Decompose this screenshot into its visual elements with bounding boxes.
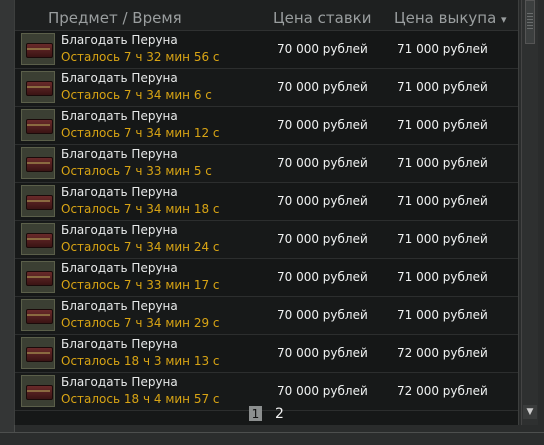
item-thumbnail[interactable] <box>21 375 55 407</box>
column-item-time[interactable]: Предмет / Время <box>48 9 182 27</box>
item-thumbnail[interactable] <box>21 33 55 65</box>
page-1-button[interactable]: 1 <box>249 406 262 421</box>
column-bid-price[interactable]: Цена ставки <box>273 9 371 27</box>
bid-price: 70 000 рублей <box>277 42 368 56</box>
bid-price: 70 000 рублей <box>277 384 368 398</box>
buyout-price: 71 000 рублей <box>397 194 488 208</box>
item-name: Благодать Перуна <box>61 223 178 237</box>
chest-icon <box>26 119 53 134</box>
bid-price: 70 000 рублей <box>277 270 368 284</box>
scroll-down-icon[interactable]: ▼ <box>523 405 537 419</box>
lot-row[interactable]: Благодать Перуна Осталось 7 ч 34 мин 6 с 7… <box>15 69 518 107</box>
column-buyout-label: Цена выкупа <box>394 9 497 27</box>
time-remaining: Осталось 7 ч 34 мин 12 с <box>61 126 220 140</box>
item-thumbnail[interactable] <box>21 185 55 217</box>
item-name: Благодать Перуна <box>61 109 178 123</box>
lot-list: Благодать Перуна Осталось 7 ч 32 мин 56 с… <box>15 31 518 411</box>
item-thumbnail[interactable] <box>21 71 55 103</box>
lot-row[interactable]: Благодать Перуна Осталось 7 ч 34 мин 24 с… <box>15 221 518 259</box>
time-remaining: Осталось 7 ч 33 мин 17 с <box>61 278 220 292</box>
item-name: Благодать Перуна <box>61 337 178 351</box>
buyout-price: 71 000 рублей <box>397 270 488 284</box>
bid-price: 70 000 рублей <box>277 346 368 360</box>
scrollbar[interactable]: ▼ <box>521 0 538 425</box>
chest-icon <box>26 385 53 400</box>
scrollbar-thumb[interactable] <box>525 0 535 44</box>
chest-icon <box>26 233 53 248</box>
lot-row[interactable]: Благодать Перуна Осталось 7 ч 34 мин 29 с… <box>15 297 518 335</box>
buyout-price: 71 000 рублей <box>397 156 488 170</box>
item-thumbnail[interactable] <box>21 299 55 331</box>
time-remaining: Осталось 18 ч 3 мин 13 с <box>61 354 220 368</box>
buyout-price: 71 000 рублей <box>397 42 488 56</box>
time-remaining: Осталось 7 ч 33 мин 5 с <box>61 164 212 178</box>
bid-price: 70 000 рублей <box>277 232 368 246</box>
buyout-price: 72 000 рублей <box>397 384 488 398</box>
time-remaining: Осталось 7 ч 34 мин 6 с <box>61 88 212 102</box>
item-name: Благодать Перуна <box>61 375 178 389</box>
chest-icon <box>26 271 53 286</box>
lot-row[interactable]: Благодать Перуна Осталось 7 ч 34 мин 18 с… <box>15 183 518 221</box>
item-name: Благодать Перуна <box>61 71 178 85</box>
lot-row[interactable]: Благодать Перуна Осталось 7 ч 33 мин 5 с 7… <box>15 145 518 183</box>
buyout-price: 71 000 рублей <box>397 308 488 322</box>
auction-window: Предмет / Время Цена ставки Цена выкупа … <box>0 0 544 445</box>
column-buyout-price[interactable]: Цена выкупа ▾ <box>394 9 507 29</box>
chest-icon <box>26 309 53 324</box>
auction-list-panel: Предмет / Время Цена ставки Цена выкупа … <box>14 0 519 425</box>
time-remaining: Осталось 7 ч 34 мин 18 с <box>61 202 220 216</box>
item-thumbnail[interactable] <box>21 109 55 141</box>
left-border <box>0 0 15 432</box>
lot-row[interactable]: Благодать Перуна Осталось 7 ч 33 мин 17 с… <box>15 259 518 297</box>
item-name: Благодать Перуна <box>61 33 178 47</box>
bid-price: 70 000 рублей <box>277 308 368 322</box>
buyout-price: 71 000 рублей <box>397 232 488 246</box>
item-thumbnail[interactable] <box>21 337 55 369</box>
sort-desc-icon: ▾ <box>501 13 507 26</box>
item-name: Благодать Перуна <box>61 261 178 275</box>
lot-row[interactable]: Благодать Перуна Осталось 18 ч 3 мин 13 с… <box>15 335 518 373</box>
item-thumbnail[interactable] <box>21 261 55 293</box>
chest-icon <box>26 43 53 58</box>
item-name: Благодать Перуна <box>61 185 178 199</box>
buyout-price: 72 000 рублей <box>397 346 488 360</box>
list-header: Предмет / Время Цена ставки Цена выкупа … <box>15 0 518 31</box>
chest-icon <box>26 157 53 172</box>
lot-row[interactable]: Благодать Перуна Осталось 7 ч 34 мин 12 с… <box>15 107 518 145</box>
bid-price: 70 000 рублей <box>277 80 368 94</box>
chest-icon <box>26 195 53 210</box>
buyout-price: 71 000 рублей <box>397 80 488 94</box>
bottom-border <box>0 432 544 445</box>
item-name: Благодать Перуна <box>61 147 178 161</box>
bid-price: 70 000 рублей <box>277 118 368 132</box>
page-2-button[interactable]: 2 <box>275 406 284 422</box>
buyout-price: 71 000 рублей <box>397 118 488 132</box>
chest-icon <box>26 347 53 362</box>
time-remaining: Осталось 7 ч 32 мин 56 с <box>61 50 220 64</box>
time-remaining: Осталось 7 ч 34 мин 24 с <box>61 240 220 254</box>
chest-icon <box>26 81 53 96</box>
bid-price: 70 000 рублей <box>277 156 368 170</box>
item-thumbnail[interactable] <box>21 223 55 255</box>
time-remaining: Осталось 7 ч 34 мин 29 с <box>61 316 220 330</box>
bid-price: 70 000 рублей <box>277 194 368 208</box>
item-thumbnail[interactable] <box>21 147 55 179</box>
pagination: 1 2 <box>15 404 518 424</box>
lot-row[interactable]: Благодать Перуна Осталось 7 ч 32 мин 56 с… <box>15 31 518 69</box>
item-name: Благодать Перуна <box>61 299 178 313</box>
